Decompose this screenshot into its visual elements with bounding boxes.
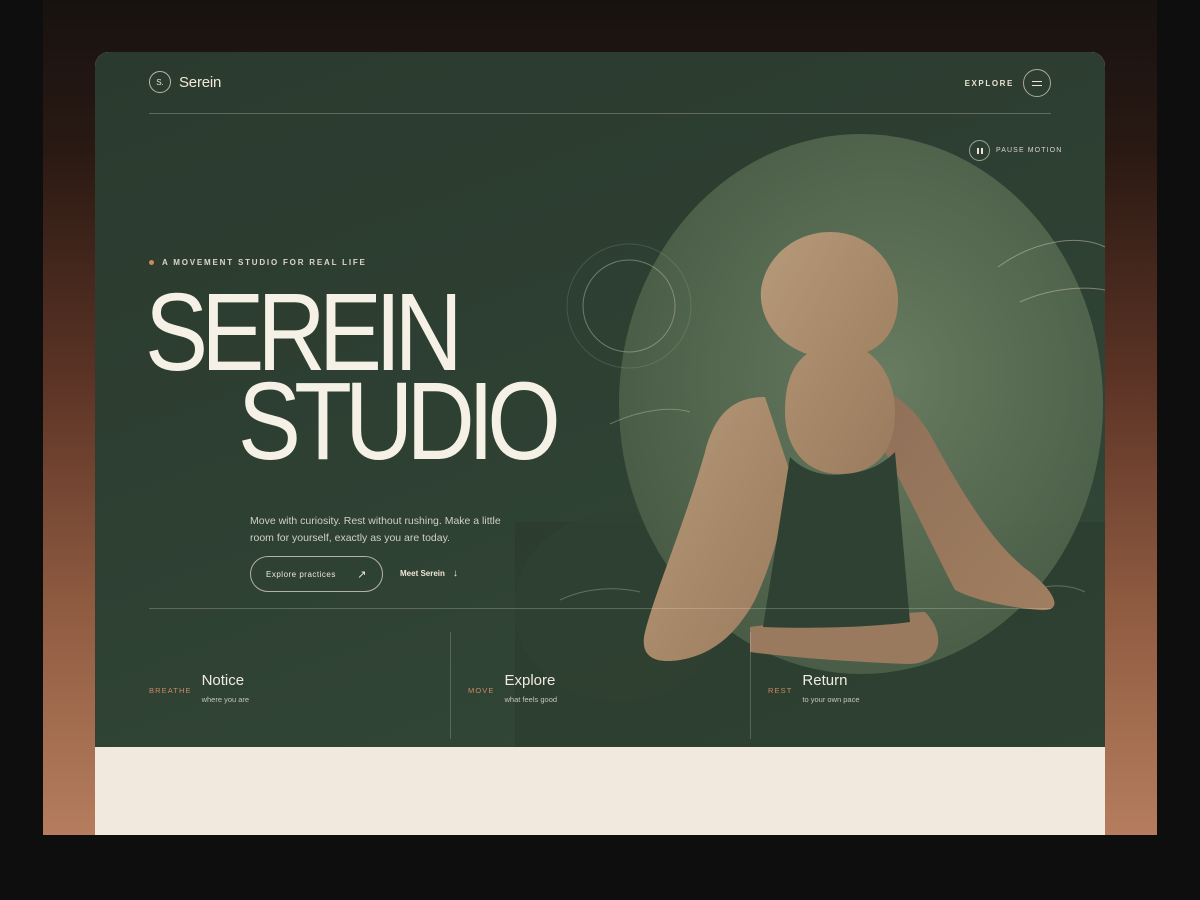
pause-motion-toggle[interactable]: PAUSE MOTION: [969, 140, 1062, 161]
hamburger-icon[interactable]: [1023, 69, 1051, 97]
explore-label: EXPLORE: [964, 78, 1014, 88]
pillar-subtitle: where you are: [201, 695, 250, 704]
browser-frame: S. Serein EXPLORE PAUSE MOTION A MOVEMEN…: [95, 52, 1105, 835]
pillar-subtitle: to your own pace: [802, 695, 860, 704]
pillar-title: Explore: [504, 672, 556, 689]
meet-serein-label: Meet Serein: [400, 569, 445, 578]
hero-divider: [149, 608, 1051, 609]
nav-divider: [149, 113, 1051, 114]
explore-menu[interactable]: EXPLORE: [965, 69, 1051, 97]
arrow-down-icon: ↓: [452, 568, 458, 579]
pillar-rest: REST Return to your own pace: [768, 672, 860, 704]
eyebrow-text: A MOVEMENT STUDIO FOR REAL LIFE: [162, 258, 367, 267]
pillar-tag: MOVE: [468, 686, 495, 695]
pillar-title: Notice: [201, 672, 245, 689]
pillar-subtitle: what feels good: [504, 695, 558, 704]
meet-serein-link[interactable]: Meet Serein ↓: [400, 568, 458, 579]
dot-icon: [149, 260, 154, 265]
pause-motion-label: PAUSE MOTION: [996, 147, 1063, 154]
pillar-divider: [750, 632, 751, 739]
pause-icon[interactable]: [969, 140, 990, 161]
pillar-breathe: BREATHE Notice where you are: [149, 672, 249, 704]
hero-eyebrow: A MOVEMENT STUDIO FOR REAL LIFE: [149, 258, 367, 267]
brand-logo[interactable]: S. Serein: [149, 71, 221, 93]
pillar-move: MOVE Explore what feels good: [468, 672, 557, 704]
hero-lede: Move with curiosity. Rest without rushin…: [250, 514, 501, 545]
pillar-title: Return: [802, 672, 848, 689]
pillar-tag: BREATHE: [149, 686, 192, 695]
hero-section: S. Serein EXPLORE PAUSE MOTION A MOVEMEN…: [95, 52, 1105, 747]
brand-mark: S.: [149, 71, 171, 93]
explore-practices-label: Explore practices: [266, 569, 336, 579]
explore-practices-button[interactable]: Explore practices ↗: [250, 556, 383, 592]
hero-headline: SEREIN STUDIO: [145, 278, 561, 477]
brand-name: Serein: [179, 73, 222, 91]
pillar-tag: REST: [768, 686, 793, 695]
pillar-divider: [450, 632, 451, 739]
arrow-up-right-icon: ↗: [357, 568, 367, 581]
